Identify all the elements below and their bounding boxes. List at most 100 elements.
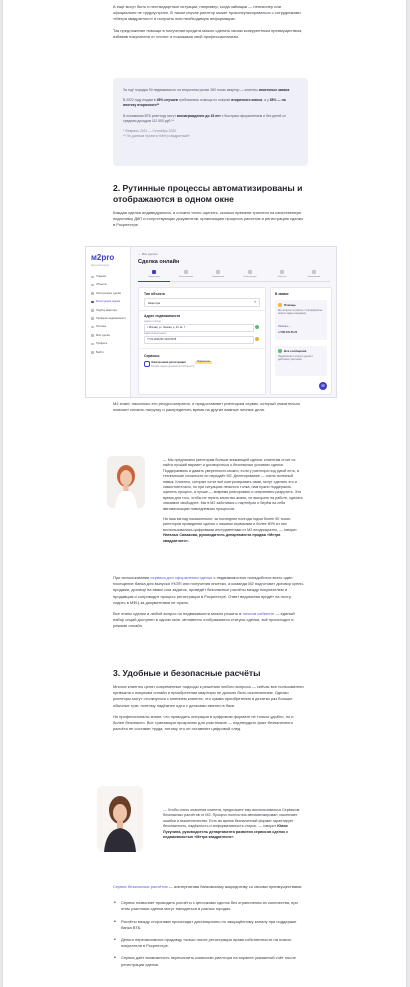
nav-icon: [91, 351, 94, 354]
sidebar-item[interactable]: Регистрация сделки: [91, 300, 127, 308]
deal-step[interactable]: Подписание: [202, 270, 234, 282]
nav-icon: [91, 283, 94, 287]
sidebar-item-label: Электронные сделки: [96, 291, 122, 295]
help-link[interactable]: Написать →: [278, 325, 292, 328]
type-label: Тип объекта: [144, 292, 165, 296]
warning-icon: [255, 336, 259, 341]
nav-icon: [91, 325, 94, 329]
section-2-paragraph: Каждая сделка индивидуальна, и сложно то…: [113, 210, 303, 228]
sidebar-item[interactable]: Электронные сделки: [91, 292, 127, 300]
cadastral-label: Кадастровый номер: [144, 332, 167, 335]
app-screenshot: м2pro Для риелторов Главная Объекты Электр…: [85, 246, 337, 398]
sidebar-item[interactable]: Мои сделки: [91, 334, 127, 342]
step-label: Согласование: [178, 276, 194, 278]
service-description: Онлайн-подача документов в Росреестр: [151, 366, 195, 368]
quote-1-text: — Мы предлагаем риелторам больше вникающ…: [163, 458, 303, 511]
section-3-paragraph-1: Многие клиенты ценят современные подходы…: [113, 684, 304, 708]
help-icon: [278, 303, 282, 307]
article-page: А ещё могут быть и нестандартные ситуаци…: [3, 0, 406, 987]
benefit-list: Сервис позволяет проводить расчёты с цеп…: [113, 900, 305, 968]
callout-line-2: В 2022 году людям в 45% случаев требовал…: [123, 98, 286, 108]
type-value: Квартира: [148, 300, 161, 305]
deal-step[interactable]: Расчеты: [266, 270, 298, 282]
info-panel-title: В заявке: [275, 292, 289, 296]
sidebar-item[interactable]: Профиль: [91, 342, 127, 350]
cadastral-value: 77:01:0001050:1234:5678: [147, 337, 177, 341]
back-link[interactable]: ← Все сделки: [138, 252, 157, 256]
app-logo-subtitle: Для риелторов: [91, 264, 110, 267]
deal-step[interactable]: Согласование: [170, 270, 202, 282]
stats-callout: За год* порядка 90 недвижимость на втори…: [113, 78, 308, 166]
step-label: Завершение: [307, 276, 321, 278]
step-label: Расчеты: [277, 276, 287, 278]
list-item: Деньги перечисляются продавцу только пос…: [113, 937, 305, 949]
sidebar-item[interactable]: Подбор квартиры: [91, 309, 127, 317]
deal-form: Тип объекта Квартира ▾ Адрес недвижимост…: [138, 287, 266, 395]
cadastral-input[interactable]: 77:01:0001050:1234:5678: [144, 335, 254, 344]
info-panel: В заявке Помощь Все вопросы по работе с …: [270, 287, 332, 395]
nav-icon: [91, 342, 94, 346]
help-title: Помощь: [284, 303, 296, 307]
intro-paragraph-2: Так предложение помощи в получении креди…: [113, 27, 303, 39]
services-label: Сервисы: [144, 354, 160, 358]
list-item: Сервис даёт возможность перечислить коми…: [113, 955, 305, 967]
sidebar-item[interactable]: Выйти: [91, 351, 127, 359]
deal-service-link[interactable]: сервиса для оформления сделки: [151, 575, 213, 580]
check-icon: [255, 324, 259, 329]
intro-paragraph-1: А ещё могут быть и нестандартные ситуаци…: [113, 4, 301, 22]
address-input[interactable]: г. Москва, ул. Ленина, д. 34, кв. 7: [144, 323, 254, 332]
section-3-paragraph-2: Но профессионалы знают, что проводить оп…: [113, 713, 294, 732]
sidebar-item-label: Выйти: [96, 350, 104, 354]
callout-line-3: В понимании ВТБ риелтору могут вознаграж…: [123, 113, 286, 123]
mid-text: При использовании сервиса для оформления…: [113, 575, 305, 630]
nav-icon: [91, 275, 94, 279]
deal-step[interactable]: Подготовка: [138, 270, 170, 282]
callout-footnote-2: ** По данным проекта «Метр квадратный»: [123, 134, 190, 139]
list-item: Сервис позволяет проводить расчёты с цеп…: [113, 900, 305, 912]
deal-step[interactable]: Завершение: [298, 270, 330, 282]
deal-step[interactable]: Регистрация: [234, 270, 266, 282]
sidebar-item-label: Объекты: [96, 283, 107, 287]
step-label: Подписание: [211, 276, 225, 278]
sidebar-item-label: Регистрация сделки: [96, 300, 121, 304]
type-select[interactable]: Квартира ▾: [144, 298, 260, 307]
sidebar-item-label: Ипотека: [96, 325, 106, 329]
after-screenshot-text: М2 знает, насколько это ресурсозатратно,…: [113, 401, 303, 413]
section-3-title: 3. Удобные и безопасные расчёты: [113, 668, 261, 678]
sidebar-item[interactable]: Объекты: [91, 283, 127, 291]
step-label: Подготовка: [148, 276, 160, 278]
address-value: г. Москва, ул. Ленина, д. 34, кв. 7: [147, 325, 186, 329]
nav-icon: [91, 292, 94, 295]
app-nav: Главная Объекты Электронные сделки Регистра…: [91, 275, 127, 359]
sidebar-item-label: Главная: [96, 275, 106, 278]
quote-block-2: — Чтобы снять опасения клиента, предложи…: [163, 808, 305, 840]
messages-text: Уведомления о статусе сделки и действиях…: [278, 356, 313, 362]
safe-payments-link[interactable]: Сервис безопасных расчётов: [113, 884, 168, 889]
after-screenshot-paragraph: М2 знает, насколько это ресурсозатратно,…: [113, 401, 301, 413]
list-item: Расчёты между сторонами происходят диста…: [113, 919, 305, 931]
step-icon: [280, 270, 284, 274]
mid-paragraph-1: При использовании сервиса для оформления…: [113, 575, 304, 605]
step-icon: [184, 270, 188, 274]
help-phone: +7 800 234-56-78: [278, 331, 297, 334]
deal-steps: Подготовка Согласование Подписание Регистра…: [138, 270, 330, 282]
nav-icon: [91, 334, 94, 337]
sidebar-item-label: Подбор квартиры: [96, 308, 118, 312]
chat-icon[interactable]: ✉: [319, 382, 327, 390]
radio-icon[interactable]: [144, 361, 150, 367]
bottom-text: Сервис безопасных расчётов — альтернатив…: [113, 884, 305, 974]
sidebar-item[interactable]: Ипотека: [91, 325, 127, 333]
sidebar-item-label: Проверка недвижимости: [96, 316, 126, 320]
step-label: Регистрация: [243, 276, 257, 278]
section-3-text: Многие клиенты ценят современные подходы…: [113, 684, 305, 732]
nav-icon: [91, 300, 94, 304]
step-icon: [216, 270, 220, 274]
divider: [139, 310, 265, 311]
app-logo: м2pro: [91, 253, 115, 262]
help-card: Помощь Все вопросы по работе с платформо…: [275, 300, 327, 340]
service-name: Электронная регистрация: [151, 361, 186, 364]
divider: [139, 348, 265, 349]
realty-label: Адрес недвижимости: [144, 314, 181, 318]
account-link[interactable]: личном кабинете: [242, 611, 274, 616]
avatar: [107, 456, 145, 508]
